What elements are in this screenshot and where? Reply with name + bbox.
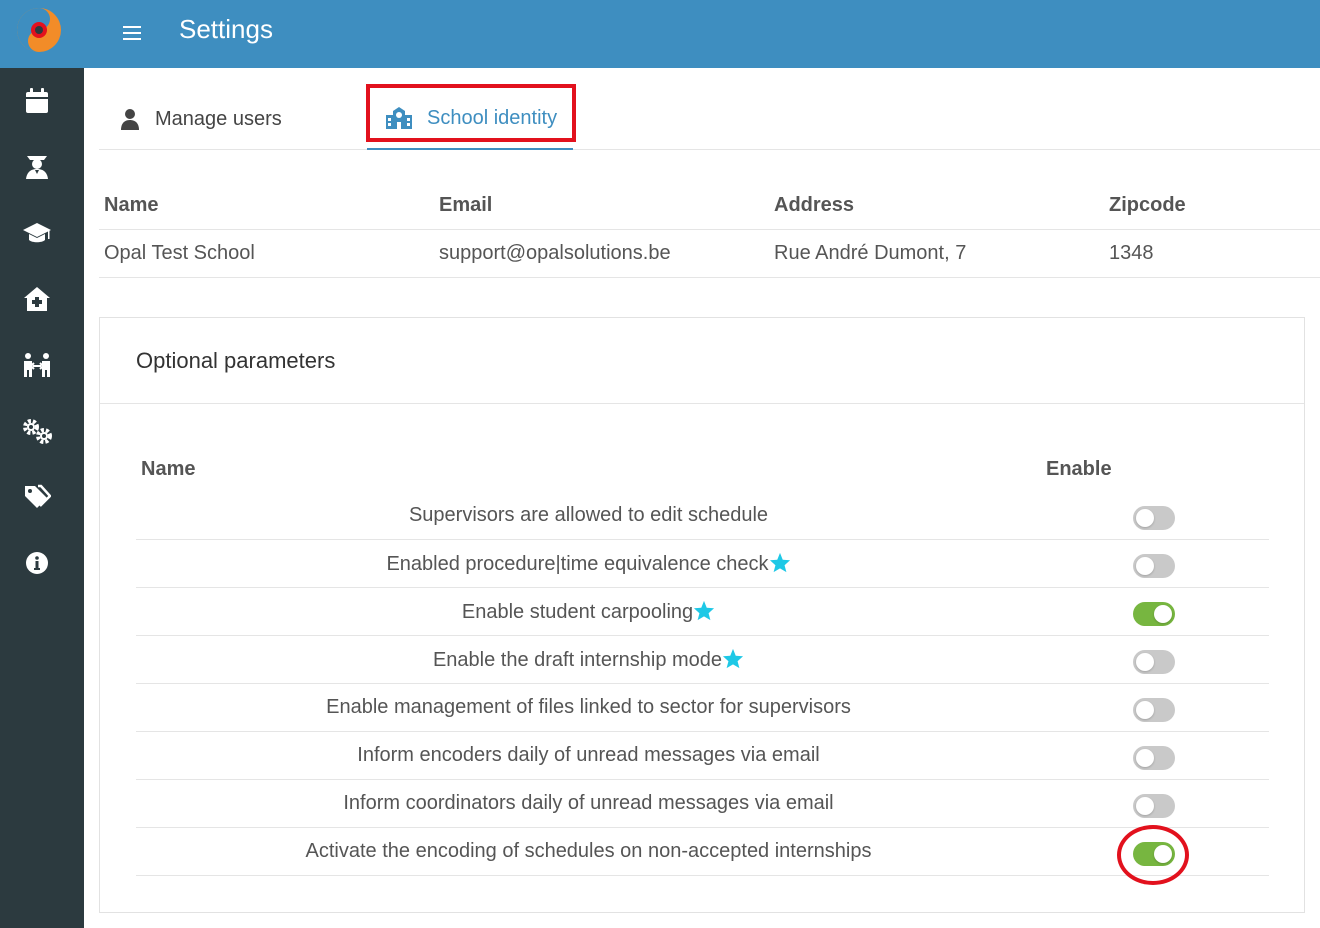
column-header-zipcode: Zipcode <box>1109 194 1186 216</box>
star-icon <box>694 600 715 621</box>
hamburger-menu-icon[interactable] <box>120 21 144 45</box>
star-icon <box>722 648 744 669</box>
list-item: Enable management of files linked to sec… <box>136 684 1269 732</box>
toggle-knob <box>1136 749 1154 767</box>
school-zipcode-value: 1348 <box>1109 242 1154 264</box>
parameter-label: Supervisors are allowed to edit schedule <box>136 504 1041 527</box>
nav-graduates[interactable] <box>20 150 54 184</box>
list-item: Enable student carpooling <box>136 588 1269 636</box>
list-item: Activate the encoding of schedules on no… <box>136 828 1269 876</box>
enable-toggle[interactable] <box>1133 842 1175 866</box>
optional-parameters-card: Optional parameters Name Enable Supervis… <box>99 317 1305 913</box>
column-header-param-name: Name <box>141 458 196 480</box>
settings-tabs: Manage users School identity <box>99 80 1320 150</box>
tags-icon <box>25 484 51 508</box>
school-name-value: Opal Test School <box>104 242 255 264</box>
list-item: Supervisors are allowed to edit schedule <box>136 492 1269 540</box>
app-logo-icon <box>17 8 61 52</box>
parameter-label: Inform encoders daily of unread messages… <box>136 744 1041 767</box>
clinic-medical-icon <box>24 287 50 311</box>
enable-toggle[interactable] <box>1133 506 1175 530</box>
parameter-list: Supervisors are allowed to edit schedule… <box>136 492 1269 876</box>
calendar-icon <box>26 88 48 113</box>
logo-area <box>0 0 84 68</box>
toggle-knob <box>1136 797 1154 815</box>
toggle-knob <box>1154 845 1172 863</box>
parameter-label-text: Enable the draft internship mode <box>432 649 723 671</box>
table-row: Opal Test School support@opalsolutions.b… <box>99 230 1320 278</box>
toggle-knob <box>1136 653 1154 671</box>
parameter-label-text: Enable student carpooling <box>461 601 694 623</box>
nav-education[interactable] <box>20 216 54 250</box>
toggle-knob <box>1136 701 1154 719</box>
tab-school-identity-label: School identity <box>427 106 558 129</box>
parameter-label: Enable the draft internship mode <box>136 648 1041 672</box>
column-header-address: Address <box>774 194 855 216</box>
card-title: Optional parameters <box>100 318 1304 404</box>
parameter-label: Activate the encoding of schedules on no… <box>136 840 1041 863</box>
school-address-value: Rue André Dumont, 7 <box>774 242 967 264</box>
enable-toggle[interactable] <box>1133 794 1175 818</box>
nav-institutions[interactable] <box>20 282 54 316</box>
parameter-label: Enabled procedure|time equivalence check <box>136 552 1041 576</box>
list-item: Inform encoders daily of unread messages… <box>136 732 1269 780</box>
column-header-email: Email <box>439 194 493 216</box>
nav-settings[interactable] <box>20 414 54 448</box>
enable-toggle[interactable] <box>1133 746 1175 770</box>
parameter-label-text: Enabled procedure|time equivalence check <box>386 553 769 575</box>
people-arrows-icon <box>24 353 50 377</box>
page-title: Settings <box>179 14 273 44</box>
toggle-knob <box>1154 605 1172 623</box>
toggle-knob <box>1136 557 1154 575</box>
tab-school-identity[interactable]: School identity <box>367 88 574 150</box>
cogs-icon <box>23 419 52 444</box>
top-bar: Settings <box>84 0 1320 68</box>
graduation-cap-icon <box>23 223 51 243</box>
nav-calendar[interactable] <box>20 84 54 118</box>
user-icon <box>121 109 139 130</box>
list-item: Inform coordinators daily of unread mess… <box>136 780 1269 828</box>
nav-info[interactable] <box>20 546 54 580</box>
sidebar <box>0 0 84 928</box>
enable-toggle[interactable] <box>1133 698 1175 722</box>
parameter-label-text: Enable management of files linked to sec… <box>326 696 851 718</box>
school-email-value: support@opalsolutions.be <box>439 242 671 264</box>
table-header-row: Name Email Address Zipcode <box>99 182 1320 230</box>
enable-toggle[interactable] <box>1133 650 1175 674</box>
graduate-user-icon <box>26 156 48 179</box>
info-circle-icon <box>26 552 48 574</box>
parameter-label-text: Inform coordinators daily of unread mess… <box>343 792 834 814</box>
parameter-label-text: Inform encoders daily of unread messages… <box>357 744 820 766</box>
column-header-enable: Enable <box>1046 458 1112 480</box>
nav-matching[interactable] <box>20 348 54 382</box>
tab-manage-users-label: Manage users <box>155 107 282 130</box>
nav-tags[interactable] <box>20 480 54 514</box>
parameter-label-text: Activate the encoding of schedules on no… <box>305 840 872 862</box>
star-icon <box>769 552 790 573</box>
column-header-name: Name <box>104 194 159 216</box>
school-icon <box>386 107 412 129</box>
list-item: Enable the draft internship mode <box>136 636 1269 684</box>
parameter-label-text: Supervisors are allowed to edit schedule <box>408 504 769 526</box>
toggle-knob <box>1136 509 1154 527</box>
parameter-label: Enable student carpooling <box>136 600 1041 624</box>
school-identity-table: Name Email Address Zipcode Opal Test Sch… <box>99 182 1320 278</box>
list-item: Enabled procedure|time equivalence check <box>136 540 1269 588</box>
parameter-label: Enable management of files linked to sec… <box>136 696 1041 719</box>
parameter-label: Inform coordinators daily of unread mess… <box>136 792 1041 815</box>
enable-toggle[interactable] <box>1133 554 1175 578</box>
tab-manage-users[interactable]: Manage users <box>119 88 282 150</box>
enable-toggle[interactable] <box>1133 602 1175 626</box>
